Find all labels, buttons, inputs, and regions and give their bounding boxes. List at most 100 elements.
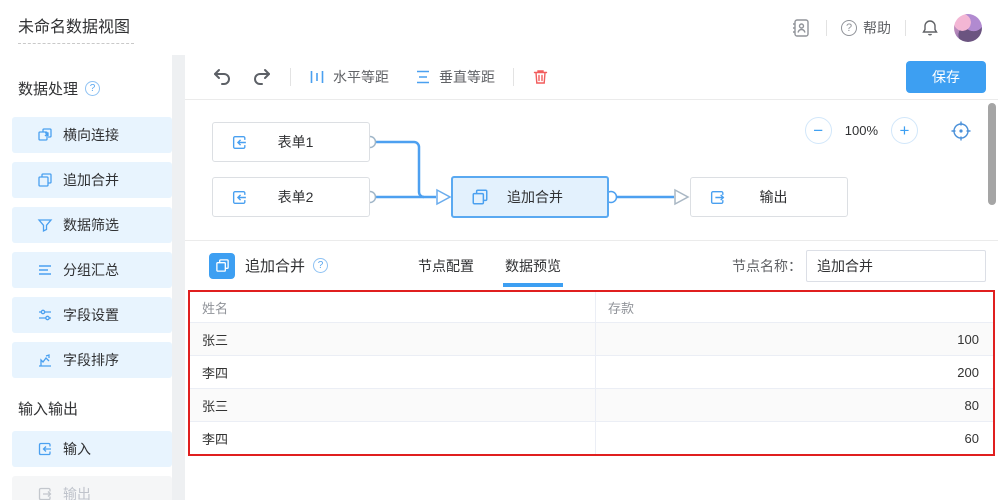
notification-bell-icon[interactable] bbox=[920, 18, 940, 38]
table-row[interactable]: 李四 200 bbox=[190, 355, 993, 388]
sidebar-item-label: 横向连接 bbox=[63, 125, 119, 145]
sidebar-item-label: 分组汇总 bbox=[63, 260, 119, 280]
node-name-label: 节点名称： bbox=[732, 256, 802, 276]
divider bbox=[290, 68, 291, 86]
contacts-icon[interactable] bbox=[790, 17, 812, 39]
field-settings-icon bbox=[37, 307, 53, 323]
edge-form1-to-merge bbox=[375, 142, 424, 197]
sidebar-item-output: 输出 bbox=[12, 476, 172, 500]
zoom-out-button[interactable]: − bbox=[805, 117, 832, 144]
node-output[interactable]: 输出 bbox=[690, 177, 848, 217]
top-bar: 未命名数据视图 ? 帮助 bbox=[0, 0, 998, 55]
sidebar-item-label: 追加合并 bbox=[63, 170, 119, 190]
table-row[interactable]: 李四 60 bbox=[190, 421, 993, 454]
tab-node-config[interactable]: 节点配置 bbox=[416, 241, 476, 290]
node-detail-panel: 追加合并 ? 节点配置 数据预览 节点名称： 姓名 存款 bbox=[185, 240, 998, 500]
canvas-toolbar: 水平等距 垂直等距 保存 bbox=[185, 55, 998, 100]
distribute-horizontal-icon bbox=[309, 69, 325, 85]
sidebar-gap bbox=[172, 55, 185, 500]
cell-name: 张三 bbox=[190, 389, 596, 421]
topbar-actions: ? 帮助 bbox=[790, 14, 982, 42]
tab-data-preview[interactable]: 数据预览 bbox=[503, 241, 563, 290]
node-name-input[interactable] bbox=[806, 250, 986, 282]
sidebar-item-label: 字段设置 bbox=[63, 305, 119, 325]
node-form1[interactable]: 表单1 bbox=[212, 122, 370, 162]
sidebar-section-input-output: 输入输出 bbox=[18, 398, 172, 419]
cell-name: 张三 bbox=[190, 323, 596, 355]
cell-deposit: 200 bbox=[596, 356, 993, 388]
save-button[interactable]: 保存 bbox=[906, 61, 986, 93]
panel-help-icon[interactable]: ? bbox=[313, 258, 328, 273]
divider bbox=[513, 68, 514, 86]
document-title[interactable]: 未命名数据视图 bbox=[18, 11, 134, 44]
input-node-icon bbox=[231, 134, 248, 151]
field-sort-icon bbox=[37, 352, 53, 368]
cell-deposit: 100 bbox=[596, 323, 993, 355]
node-label: 追加合并 bbox=[489, 187, 607, 207]
append-merge-badge-icon bbox=[209, 253, 235, 279]
cell-deposit: 80 bbox=[596, 389, 993, 421]
sidebar-item-input[interactable]: 输入 bbox=[12, 431, 172, 467]
panel-header: 追加合并 ? 节点配置 数据预览 节点名称： bbox=[185, 241, 998, 290]
redo-icon[interactable] bbox=[252, 68, 272, 86]
node-label: 表单1 bbox=[248, 132, 369, 152]
help-icon: ? bbox=[841, 20, 857, 36]
sidebar-item-field-settings[interactable]: 字段设置 bbox=[12, 297, 172, 333]
flow-canvas[interactable]: 表单1 表单2 追加合并 bbox=[185, 100, 998, 240]
fit-view-icon[interactable] bbox=[950, 120, 972, 142]
column-header-deposit: 存款 bbox=[596, 292, 993, 322]
zoom-controls: − 100% + bbox=[805, 117, 972, 144]
input-node-icon bbox=[37, 441, 53, 457]
undo-icon[interactable] bbox=[212, 68, 232, 86]
sidebar-item-horizontal-join[interactable]: 横向连接 bbox=[12, 117, 172, 153]
app-window: 未命名数据视图 ? 帮助 bbox=[0, 0, 998, 500]
distribute-vertical-button[interactable]: 垂直等距 bbox=[415, 67, 495, 87]
sidebar-item-label: 数据筛选 bbox=[63, 215, 119, 235]
sidebar-item-label: 输出 bbox=[63, 484, 91, 500]
distribute-vertical-icon bbox=[415, 69, 431, 85]
sidebar-item-group-summary[interactable]: 分组汇总 bbox=[12, 252, 172, 288]
distribute-horizontal-button[interactable]: 水平等距 bbox=[309, 67, 389, 87]
table-row[interactable]: 张三 100 bbox=[190, 322, 993, 355]
cell-name: 李四 bbox=[190, 356, 596, 388]
sidebar-item-field-sort[interactable]: 字段排序 bbox=[12, 342, 172, 378]
distribute-horizontal-label: 水平等距 bbox=[333, 67, 389, 87]
table-header-row: 姓名 存款 bbox=[190, 292, 993, 322]
divider bbox=[905, 20, 906, 36]
user-avatar[interactable] bbox=[954, 14, 982, 42]
zoom-in-button[interactable]: + bbox=[891, 117, 918, 144]
vertical-scrollbar[interactable] bbox=[988, 103, 996, 205]
sidebar-item-label: 字段排序 bbox=[63, 350, 119, 370]
sidebar-item-label: 输入 bbox=[63, 439, 91, 459]
output-node-icon bbox=[709, 189, 726, 206]
node-label: 输出 bbox=[726, 187, 847, 207]
horizontal-join-icon bbox=[37, 127, 53, 143]
node-form2[interactable]: 表单2 bbox=[212, 177, 370, 217]
section-help-icon[interactable]: ? bbox=[85, 81, 100, 96]
sidebar: 数据处理 ? 横向连接 追加合并 数据筛选 bbox=[0, 55, 172, 500]
table-row[interactable]: 张三 80 bbox=[190, 388, 993, 421]
distribute-vertical-label: 垂直等距 bbox=[439, 67, 495, 87]
input-node-icon bbox=[231, 189, 248, 206]
node-name-group: 节点名称： bbox=[732, 250, 986, 282]
node-label: 表单2 bbox=[248, 187, 369, 207]
node-append-merge[interactable]: 追加合并 bbox=[451, 176, 609, 218]
filter-icon bbox=[37, 217, 53, 233]
arrowhead-output-input bbox=[675, 190, 688, 204]
zoom-level: 100% bbox=[845, 123, 878, 138]
body-layout: 数据处理 ? 横向连接 追加合并 数据筛选 bbox=[0, 55, 998, 500]
output-node-icon bbox=[37, 486, 53, 500]
sidebar-item-append-merge[interactable]: 追加合并 bbox=[12, 162, 172, 198]
help-label: 帮助 bbox=[863, 18, 891, 38]
sidebar-section-data-processing: 数据处理 ? bbox=[18, 78, 172, 99]
delete-node-icon[interactable] bbox=[532, 68, 549, 86]
panel-title: 追加合并 bbox=[245, 255, 305, 276]
group-summary-icon bbox=[37, 262, 53, 278]
divider bbox=[826, 20, 827, 36]
main-panel: 水平等距 垂直等距 保存 bbox=[185, 55, 998, 500]
cell-deposit: 60 bbox=[596, 422, 993, 454]
section-title: 输入输出 bbox=[18, 398, 78, 419]
sidebar-item-data-filter[interactable]: 数据筛选 bbox=[12, 207, 172, 243]
section-title: 数据处理 bbox=[18, 78, 78, 99]
help-button[interactable]: ? 帮助 bbox=[841, 18, 891, 38]
